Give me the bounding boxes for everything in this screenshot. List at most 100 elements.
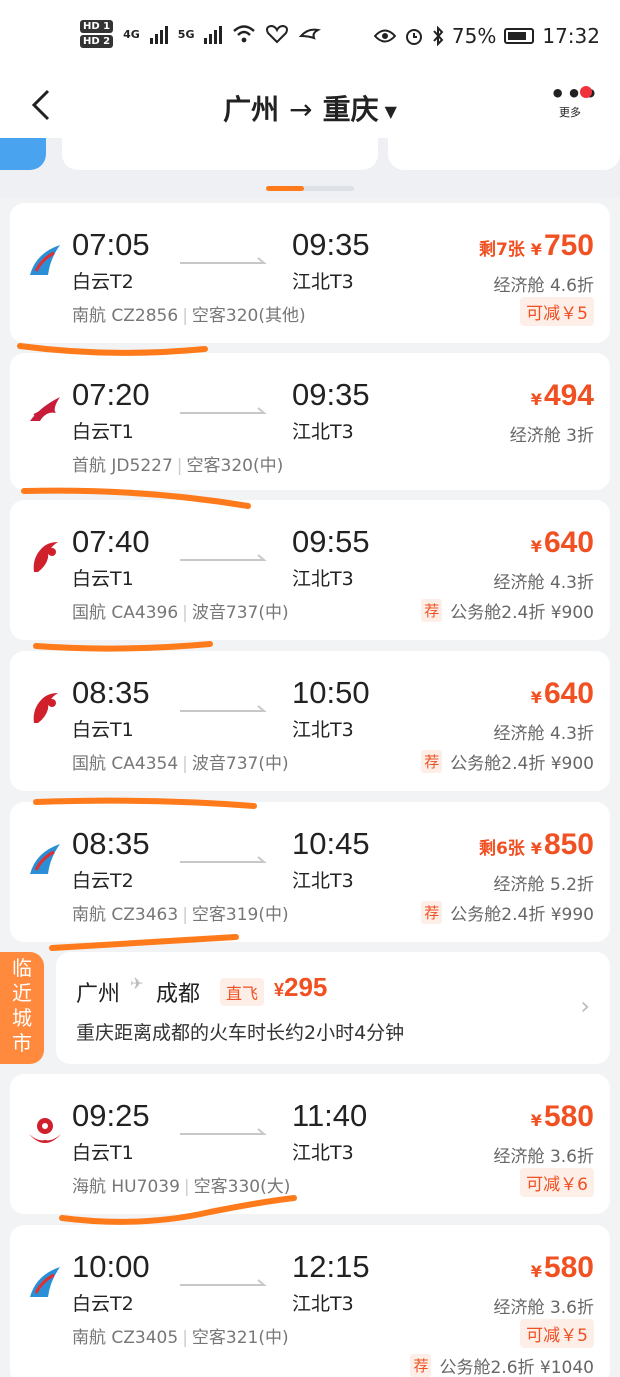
arrival-airport: 江北T3 (292, 421, 354, 443)
recommended-option[interactable]: 荐公务舱2.4折 ¥900 (421, 749, 594, 774)
airline-logo-icon (26, 1112, 64, 1150)
arrival-airport: 江北T3 (292, 568, 354, 590)
hd1-badge: HD 1 (80, 20, 114, 33)
flight-arrow-icon (180, 705, 267, 712)
currency-symbol: ¥ (530, 537, 542, 556)
flight-card[interactable]: 08:35 白云T2 10:45 江北T3 南航 CZ3463 | 空客319(中) 剩6张 ¥… (10, 802, 610, 942)
currency-symbol: ¥ (530, 839, 542, 858)
aircraft-type: 空客321(中) (191, 1328, 289, 1348)
nearby-price: ¥295 (274, 972, 327, 1003)
departure-time: 08:35 (72, 826, 150, 861)
date-tabs-strip (0, 138, 620, 198)
chevron-right-icon: › (580, 992, 590, 1020)
price-block: ¥640 (531, 677, 594, 711)
meta-separator: | (183, 1177, 190, 1197)
signal-icon-2 (204, 24, 223, 44)
flight-card[interactable]: 09:25 白云T1 11:40 江北T3 海航 HU7039 | 空客330(大) ¥580… (10, 1074, 610, 1214)
flight-card[interactable]: 07:20 白云T1 09:35 江北T3 首航 JD5227 | 空客320(中) ¥494… (10, 353, 610, 490)
recommend-text: 公务舱2.4折 ¥900 (450, 603, 594, 623)
discount-badge: 可减￥5 (520, 297, 594, 326)
cabin-class: 经济舱 5.2折 (493, 875, 594, 895)
flight-meta: 南航 CZ3463 | 空客319(中) (72, 900, 289, 925)
departure-airport: 白云T2 (72, 271, 134, 293)
flight-price: 580 (543, 1251, 594, 1284)
meta-separator: | (182, 754, 188, 774)
flight-arrow-icon (180, 554, 267, 561)
flight-meta: 南航 CZ2856 | 空客320(其他) (72, 301, 306, 326)
arrival-airport: 江北T3 (292, 1293, 354, 1315)
price-block: ¥580 (531, 1251, 594, 1285)
flight-card[interactable]: 07:40 白云T1 09:55 江北T3 国航 CA4396 | 波音737(中) ¥640… (10, 500, 610, 640)
flight-card[interactable]: 10:00 白云T2 12:15 江北T3 南航 CZ3405 | 空客321(中) ¥580… (10, 1225, 610, 1377)
flight-arrow-icon (180, 257, 267, 264)
cabin-class: 经济舱 4.3折 (493, 724, 594, 744)
strip-left-tab[interactable] (0, 138, 46, 170)
departure-time: 07:05 (72, 227, 150, 262)
flight-price: 580 (543, 1100, 594, 1133)
arrival-time: 11:40 (292, 1098, 368, 1133)
arrival-time: 09:35 (292, 227, 370, 262)
direct-flight-badge: 直飞 (220, 978, 265, 1006)
flight-price: 640 (543, 526, 594, 559)
recommended-option[interactable]: 荐公务舱2.4折 ¥900 (421, 598, 594, 623)
network-indicators: HD 1 HD 2 4G 5G (80, 20, 322, 48)
arrival-airport: 江北T3 (292, 870, 354, 892)
flight-card[interactable]: 08:35 白云T1 10:50 江北T3 国航 CA4354 | 波音737(中) ¥640… (10, 651, 610, 791)
nearby-city-section: 临近城市 广州 ✈ 成都 直飞 ¥295 重庆距离成都的火车时长约2小时4分钟 … (0, 952, 620, 1064)
airline-flight-no: 国航 CA4396 (72, 603, 179, 623)
meta-separator: | (182, 1328, 188, 1348)
flight-meta: 国航 CA4354 | 波音737(中) (72, 749, 289, 774)
arrival-time: 12:15 (292, 1249, 370, 1284)
nearby-city-card[interactable]: 广州 ✈ 成都 直飞 ¥295 重庆距离成都的火车时长约2小时4分钟 › (56, 952, 610, 1064)
bird-icon (299, 28, 322, 40)
price-block: 剩7张 ¥750 (479, 229, 594, 263)
arrival-time: 09:55 (292, 524, 370, 559)
status-bar: HD 1 HD 2 4G 5G 75% 17:32 (0, 0, 620, 76)
aircraft-type: 空客320(中) (186, 456, 284, 476)
date-tab-2[interactable] (388, 138, 620, 170)
airline-flight-no: 南航 CZ3463 (72, 905, 179, 925)
clock: 17:32 (542, 24, 600, 48)
currency-symbol: ¥ (530, 688, 542, 707)
departure-airport: 白云T1 (72, 1142, 134, 1164)
departure-airport: 白云T2 (72, 870, 134, 892)
flight-meta: 首航 JD5227 | 空客320(中) (72, 451, 283, 476)
battery-icon (504, 28, 535, 44)
arrival-airport: 江北T3 (292, 1142, 354, 1164)
nearby-price-value: 295 (284, 972, 328, 1002)
date-tab-1[interactable] (62, 138, 378, 170)
airline-logo-icon (26, 840, 64, 878)
nearby-origin: 广州 (76, 982, 121, 1007)
currency-symbol: ¥ (530, 240, 542, 259)
more-button[interactable]: ••• 更多 (550, 82, 598, 120)
recommend-tag: 荐 (421, 750, 443, 773)
recommend-text: 公务舱2.4折 ¥900 (450, 754, 594, 774)
flight-arrow-icon (180, 1279, 267, 1286)
recommended-option[interactable]: 荐公务舱2.6折 ¥1040 (410, 1353, 594, 1377)
bluetooth-icon (433, 26, 444, 46)
recommended-option[interactable]: 荐公务舱2.4折 ¥990 (421, 900, 594, 925)
aircraft-type: 空客330(大) (193, 1177, 291, 1197)
flight-meta: 南航 CZ3405 | 空客321(中) (72, 1323, 289, 1348)
flight-arrow-icon (180, 407, 267, 414)
nearby-description: 重庆距离成都的火车时长约2小时4分钟 (76, 1022, 405, 1044)
recommend-tag: 荐 (421, 901, 443, 924)
departure-airport: 白云T2 (72, 1293, 134, 1315)
meta-separator: | (182, 905, 188, 925)
cabin-class: 经济舱 4.6折 (493, 276, 594, 296)
arrival-time: 10:50 (292, 675, 370, 710)
flight-meta: 海航 HU7039 | 空客330(大) (72, 1172, 290, 1197)
recommend-text: 公务舱2.6折 ¥1040 (439, 1358, 594, 1377)
notification-dot (580, 86, 592, 98)
departure-time: 07:40 (72, 524, 150, 559)
price-block: ¥640 (531, 526, 594, 560)
airline-flight-no: 南航 CZ3405 (72, 1328, 179, 1348)
nearby-destination: 成都 (156, 982, 201, 1007)
nearby-city-label: 临近城市 (0, 952, 44, 1064)
route-title[interactable]: 广州 → 重庆 ▼ (0, 88, 620, 128)
airline-logo-icon (26, 391, 64, 429)
price-block: ¥494 (531, 379, 594, 413)
flight-card[interactable]: 07:05 白云T2 09:35 江北T3 南航 CZ2856 | 空客320(其他) 剩7张… (10, 203, 610, 343)
flight-price: 640 (543, 677, 594, 710)
cabin-class: 经济舱 3.6折 (493, 1147, 594, 1167)
